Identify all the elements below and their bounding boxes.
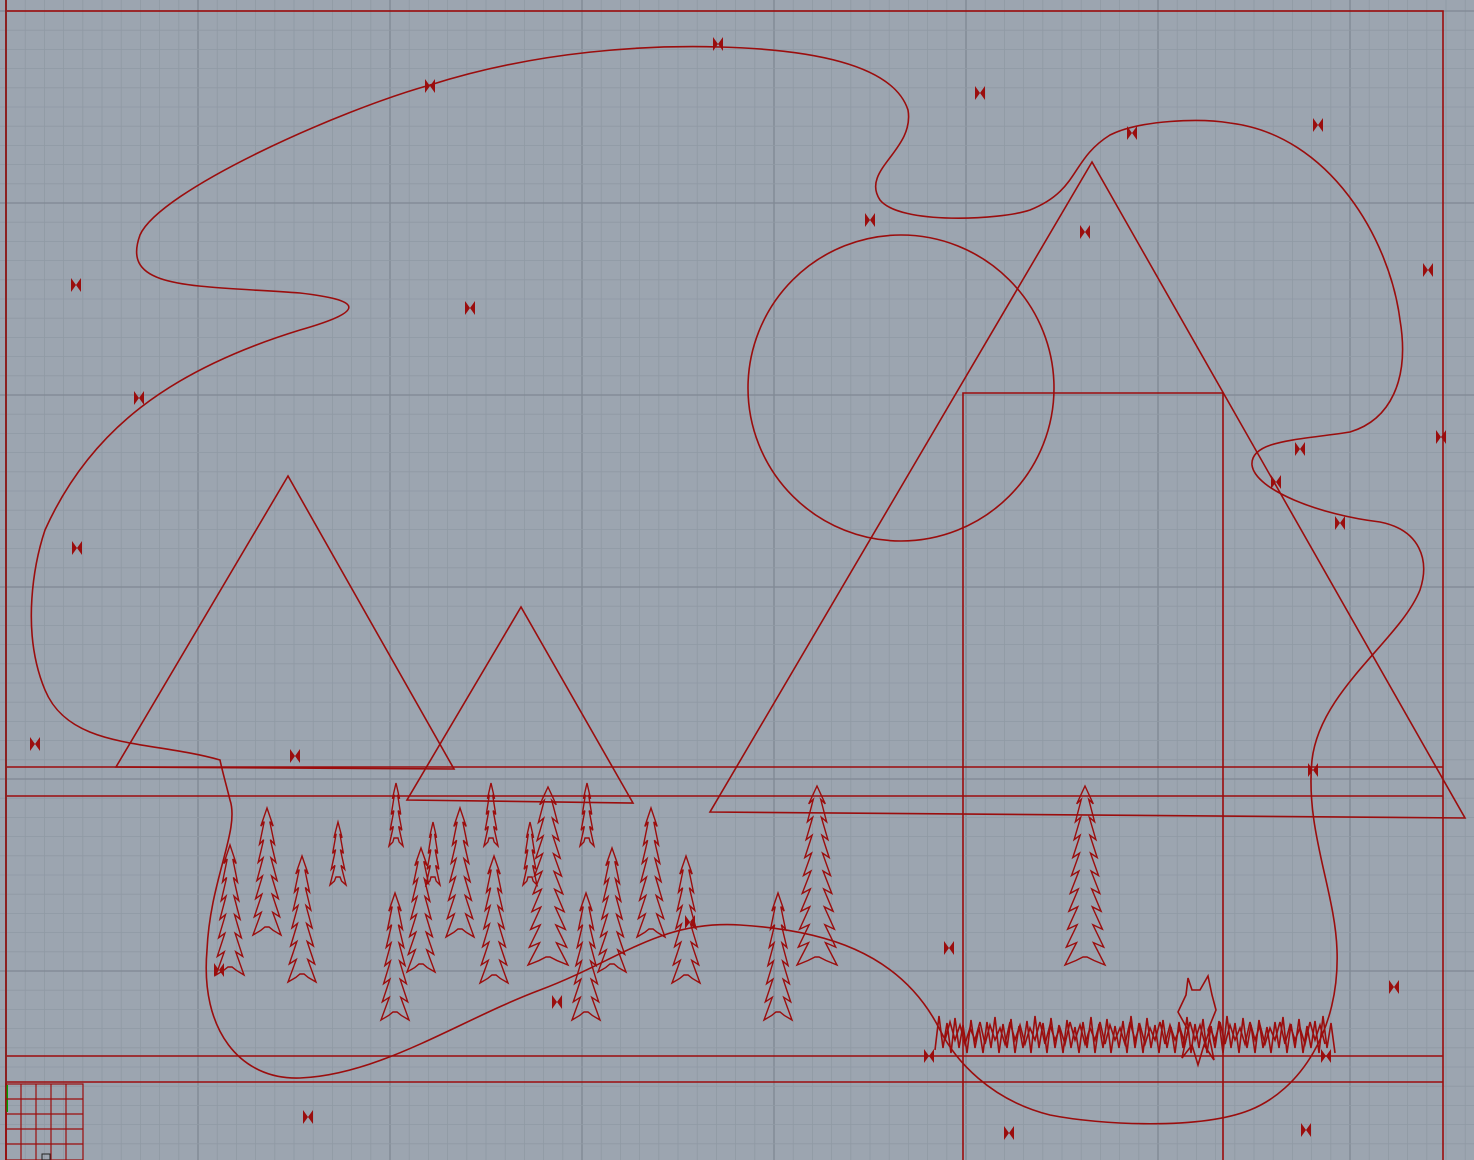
viewport-background [0, 0, 1474, 1160]
viewport-canvas[interactable] [0, 0, 1474, 1160]
rhino-perspective-viewport[interactable] [0, 0, 1474, 1160]
